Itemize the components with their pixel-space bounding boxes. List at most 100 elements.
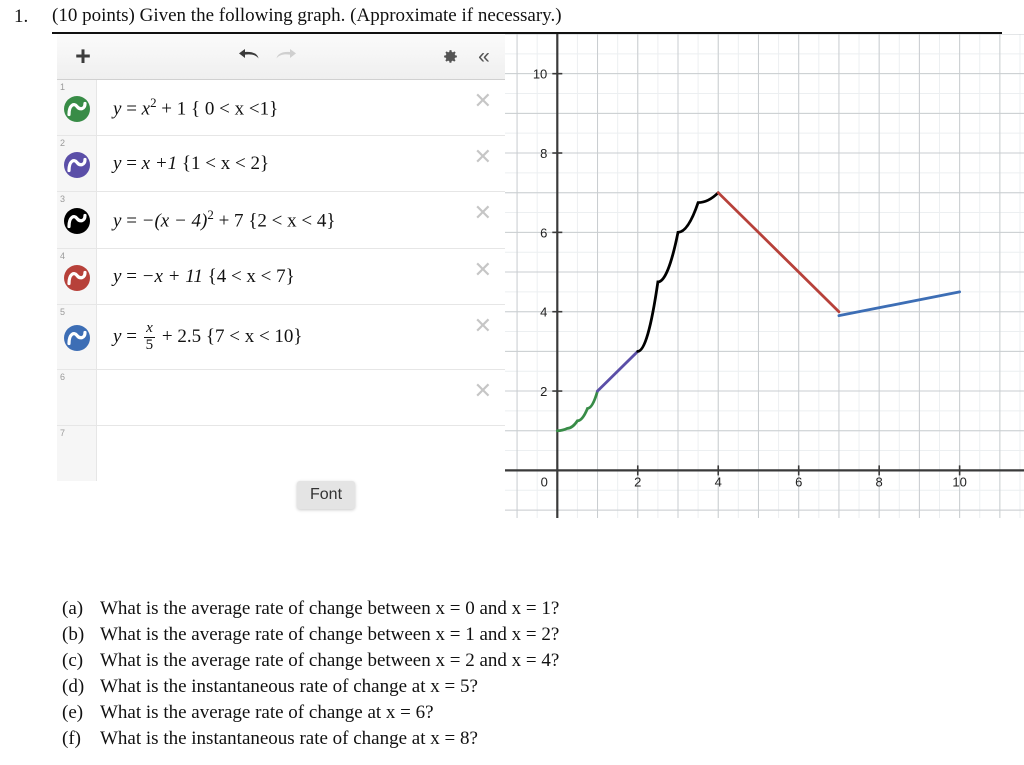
- equation-rest: + 7: [218, 210, 244, 232]
- subquestion-a: (a) What is the average rate of change b…: [0, 598, 1024, 624]
- expression-row[interactable]: 1 y = x2 + 1 { 0 < x <1} ✕: [57, 80, 505, 136]
- expression-gutter[interactable]: 3: [57, 192, 97, 248]
- fraction-denominator: 5: [145, 336, 154, 353]
- close-icon: ✕: [473, 88, 492, 113]
- major-gridlines: [505, 34, 1024, 518]
- undo-arrow-icon[interactable]: [232, 34, 266, 79]
- delete-expression-button[interactable]: ✕: [461, 136, 505, 191]
- expression-row[interactable]: 2 y = x +1 {1 < x < 2} ✕: [57, 136, 505, 192]
- subquestion-label: (f): [62, 728, 81, 749]
- expression-index: 3: [60, 194, 66, 204]
- expression-list: 1 y = x2 + 1 { 0 < x <1} ✕ 2 y = x +1 {1…: [57, 80, 505, 481]
- expression-gutter[interactable]: 4: [57, 249, 97, 304]
- expression-equation[interactable]: y = −(x − 4)2 + 7 {2 < x < 4}: [97, 207, 461, 232]
- expression-equation[interactable]: y = x +1 {1 < x < 2}: [97, 153, 461, 175]
- question-prompt: (10 points) Given the following graph. (…: [52, 5, 562, 26]
- desmos-wave-glyph: [64, 152, 90, 178]
- expression-gutter[interactable]: 7: [57, 426, 97, 481]
- expression-equation[interactable]: y = x 5 + 2.5 {7 < x < 10}: [97, 320, 461, 354]
- subquestion-label: (d): [62, 676, 85, 697]
- y-tick-label: 2: [540, 384, 547, 399]
- expression-row[interactable]: 6 ✕: [57, 370, 505, 426]
- subquestion-text: What is the average rate of change at x …: [100, 702, 434, 723]
- expression-row[interactable]: 7: [57, 426, 505, 481]
- equation-lhs: y: [113, 325, 122, 347]
- delete-expression-button[interactable]: ✕: [461, 80, 505, 135]
- expression-index: 7: [60, 428, 66, 438]
- expression-gutter[interactable]: 2: [57, 136, 97, 191]
- delete-expression-button[interactable]: ✕: [461, 192, 505, 248]
- graph-panel[interactable]: 0 2 4 6 8 10 2 4 6 8 10: [505, 34, 1024, 518]
- subquestion-label: (c): [62, 650, 84, 671]
- expression-index: 2: [60, 138, 66, 148]
- subquestion-list: (a) What is the average rate of change b…: [0, 598, 1024, 754]
- equation-body: −x + 11: [141, 265, 203, 287]
- equation-exponent: 2: [207, 207, 214, 223]
- equation-body: x +1: [141, 152, 178, 174]
- subquestion-e: (e) What is the average rate of change a…: [0, 702, 1024, 728]
- curve-style-icon[interactable]: [64, 325, 90, 351]
- equation-rest: + 1: [161, 98, 187, 120]
- font-button[interactable]: Font: [297, 481, 356, 509]
- delete-expression-button[interactable]: ✕: [461, 249, 505, 304]
- close-icon: ✕: [473, 257, 492, 282]
- equation-equals: =: [126, 325, 137, 347]
- collapse-panel-button[interactable]: «: [469, 34, 499, 79]
- calculator-toolbar: + «: [57, 34, 505, 80]
- equation-lhs: y: [113, 210, 122, 232]
- equation-domain: {7 < x < 10}: [205, 325, 303, 347]
- y-tick-label: 6: [540, 225, 547, 240]
- subquestion-c: (c) What is the average rate of change b…: [0, 650, 1024, 676]
- redo-arrow-glyph: [276, 48, 296, 58]
- x-tick-label: 10: [952, 474, 966, 489]
- expression-equation[interactable]: y = x2 + 1 { 0 < x <1}: [97, 95, 461, 120]
- subquestion-label: (e): [62, 702, 84, 723]
- graph-canvas[interactable]: 0 2 4 6 8 10 2 4 6 8 10: [505, 34, 1024, 518]
- curve-style-icon[interactable]: [64, 96, 90, 122]
- desmos-wave-glyph: [64, 96, 90, 122]
- add-expression-button[interactable]: +: [61, 34, 105, 79]
- equation-domain: { 0 < x <1}: [191, 98, 279, 120]
- subquestion-text: What is the average rate of change betwe…: [100, 624, 560, 645]
- expression-equation[interactable]: y = −x + 11 {4 < x < 7}: [97, 266, 461, 288]
- equation-exponent: 2: [150, 94, 157, 110]
- x-tick-label: 0: [541, 474, 548, 489]
- close-icon: ✕: [473, 313, 492, 338]
- y-tick-label: 10: [533, 67, 547, 82]
- delete-expression-button[interactable]: ✕: [461, 305, 505, 369]
- x-tick-label: 2: [634, 474, 641, 489]
- close-icon: ✕: [473, 200, 492, 225]
- equation-domain: {2 < x < 4}: [248, 210, 336, 232]
- equation-domain: {1 < x < 2}: [181, 152, 270, 174]
- y-tick-label: 8: [540, 146, 547, 161]
- expression-row[interactable]: 5 y = x 5 + 2.5 {7 < x < 10} ✕: [57, 305, 505, 370]
- curve-style-icon[interactable]: [64, 265, 90, 291]
- equation-domain: {4 < x < 7}: [207, 265, 295, 287]
- close-icon: ✕: [473, 378, 492, 403]
- expression-gutter[interactable]: 5: [57, 305, 97, 369]
- curve-style-icon[interactable]: [64, 152, 90, 178]
- desmos-wave-glyph: [64, 325, 90, 351]
- expression-row[interactable]: 3 y = −(x − 4)2 + 7 {2 < x < 4} ✕: [57, 192, 505, 249]
- curve-style-icon[interactable]: [64, 208, 90, 234]
- expression-index: 4: [60, 251, 66, 261]
- gear-glyph: [443, 50, 457, 63]
- expression-gutter[interactable]: 6: [57, 370, 97, 425]
- subquestion-d: (d) What is the instantaneous rate of ch…: [0, 676, 1024, 702]
- desmos-calculator-panel: + « 1 y = x2 + 1 {0 < x <1} ✕ 2 y = x +…: [57, 34, 506, 518]
- subquestion-text: What is the average rate of change betwe…: [100, 598, 560, 619]
- equation-equals: =: [126, 265, 137, 287]
- equation-lhs: y: [113, 152, 122, 174]
- subquestion-text: What is the instantaneous rate of change…: [100, 728, 478, 749]
- subquestion-label: (b): [62, 624, 85, 645]
- subquestion-label: (a): [62, 598, 84, 619]
- gear-icon[interactable]: [435, 34, 465, 79]
- expression-row[interactable]: 4 y = −x + 11 {4 < x < 7} ✕: [57, 249, 505, 305]
- expression-gutter[interactable]: 1: [57, 80, 97, 135]
- delete-expression-button[interactable]: ✕: [461, 370, 505, 425]
- x-tick-label: 8: [876, 474, 883, 489]
- close-icon: ✕: [473, 144, 492, 169]
- desmos-wave-glyph: [64, 208, 90, 234]
- equation-equals: =: [126, 210, 137, 232]
- redo-arrow-icon[interactable]: [269, 34, 303, 79]
